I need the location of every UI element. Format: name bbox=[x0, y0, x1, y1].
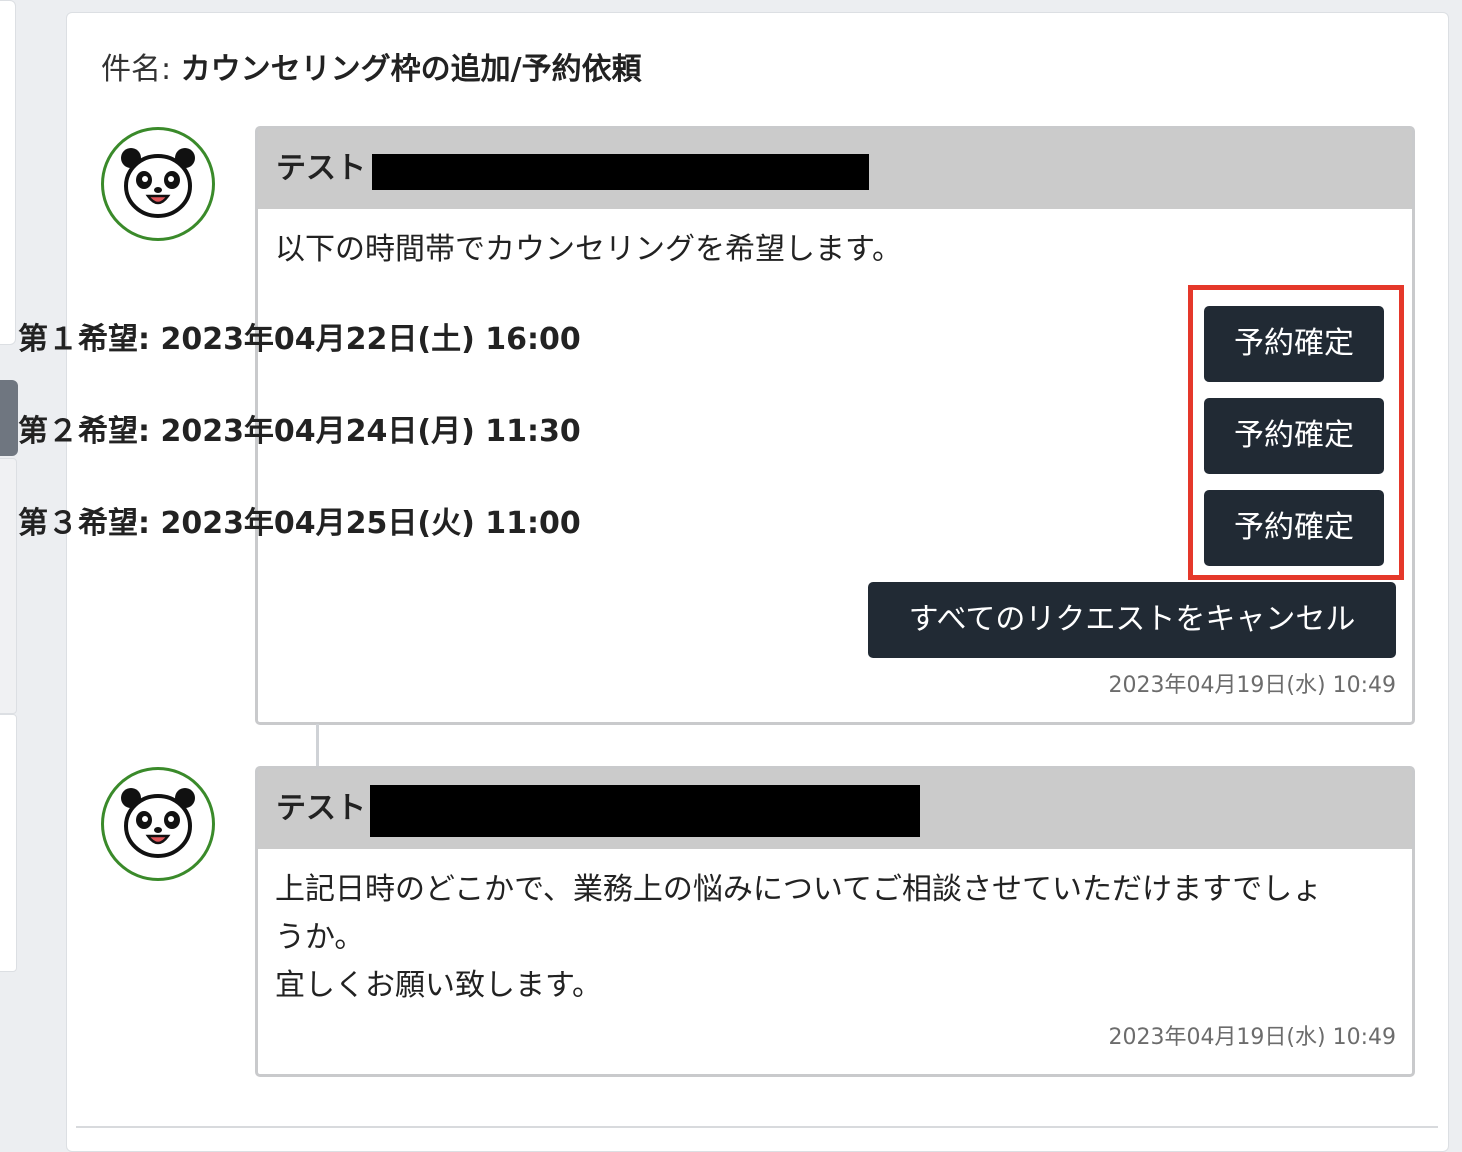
thread-connector bbox=[316, 724, 319, 768]
sender-name: テスト bbox=[276, 151, 366, 186]
message-body-line-1: 上記日時のどこかで、業務上の悩みについてご相談させていただけますでしょ bbox=[275, 872, 1323, 907]
subject-value: カウンセリング枠の追加/予約依頼 bbox=[180, 52, 642, 87]
preference-3-label: 第３希望: 2023年04月25日(火) 11:00 bbox=[18, 506, 581, 541]
preference-2-label: 第２希望: 2023年04月24日(月) 11:30 bbox=[18, 414, 581, 449]
panda-icon bbox=[121, 148, 195, 218]
left-panel-middle bbox=[0, 458, 17, 714]
message-body-line-2: うか。 bbox=[275, 920, 365, 955]
left-panel-top bbox=[0, 0, 16, 345]
preference-1: 第１希望: 2023年04月22日(土) 16:00 bbox=[18, 320, 581, 360]
left-panel-scroll-handle[interactable] bbox=[0, 380, 18, 456]
confirm-booking-button-1[interactable]: 予約確定 bbox=[1204, 306, 1384, 382]
message-timestamp: 2023年04月19日(水) 10:49 bbox=[1108, 673, 1396, 698]
preference-3: 第３希望: 2023年04月25日(火) 11:00 bbox=[18, 504, 581, 544]
message-intro: 以下の時間帯でカウンセリングを希望します。 bbox=[275, 232, 902, 267]
cancel-all-requests-button[interactable]: すべてのリクエストをキャンセル bbox=[868, 582, 1396, 658]
left-panel-bottom bbox=[0, 714, 17, 972]
avatar bbox=[101, 767, 215, 881]
redacted-sender-detail bbox=[372, 154, 869, 190]
message-body: 上記日時のどこかで、業務上の悩みについてご相談させていただけますでしょ うか。 … bbox=[275, 866, 1322, 1010]
message-header: テスト bbox=[258, 129, 1412, 209]
sender-name: テスト bbox=[276, 791, 366, 826]
divider bbox=[76, 1126, 1438, 1128]
message-header: テスト bbox=[258, 769, 1412, 849]
subject-label: 件名: bbox=[101, 52, 172, 87]
preference-1-label: 第１希望: 2023年04月22日(土) 16:00 bbox=[18, 322, 581, 357]
preference-2: 第２希望: 2023年04月24日(月) 11:30 bbox=[18, 412, 581, 452]
panda-icon bbox=[121, 788, 195, 858]
redacted-sender-detail bbox=[370, 785, 920, 837]
message-body-line-3: 宜しくお願い致します。 bbox=[275, 968, 602, 1003]
confirm-booking-button-2[interactable]: 予約確定 bbox=[1204, 398, 1384, 474]
confirm-booking-button-3[interactable]: 予約確定 bbox=[1204, 490, 1384, 566]
message-timestamp: 2023年04月19日(水) 10:49 bbox=[1108, 1025, 1396, 1050]
avatar bbox=[101, 127, 215, 241]
subject-line: 件名: カウンセリング枠の追加/予約依頼 bbox=[101, 50, 642, 90]
